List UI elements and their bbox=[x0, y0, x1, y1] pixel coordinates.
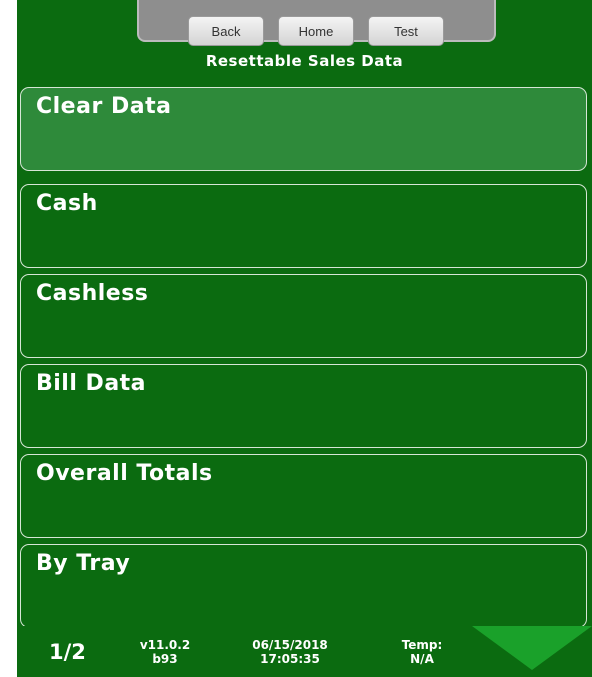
build-number: b93 bbox=[152, 652, 178, 666]
temperature-info: Temp: N/A bbox=[392, 638, 452, 666]
date-display: 06/15/2018 bbox=[252, 638, 328, 652]
menu-item-label: Cashless bbox=[36, 281, 149, 306]
menu-item-cashless[interactable]: Cashless bbox=[20, 274, 587, 358]
menu-item-label: By Tray bbox=[36, 551, 131, 576]
page-indicator: 1/2 bbox=[49, 640, 86, 664]
menu-item-label: Clear Data bbox=[36, 94, 172, 119]
status-bar: 1/2 v11.0.2 b93 06/15/2018 17:05:35 Temp… bbox=[17, 626, 592, 677]
menu-item-clear-data[interactable]: Clear Data bbox=[20, 87, 587, 171]
page-title: Resettable Sales Data bbox=[205, 52, 404, 70]
vending-screen: Back Home Test Resettable Sales Data Cle… bbox=[17, 0, 592, 677]
menu-item-bill-data[interactable]: Bill Data bbox=[20, 364, 587, 448]
temp-label: Temp: bbox=[401, 638, 443, 652]
menu-item-label: Bill Data bbox=[36, 371, 147, 396]
menu-item-label: Cash bbox=[36, 191, 98, 216]
menu-item-by-tray[interactable]: By Tray bbox=[20, 544, 587, 628]
menu-item-label: Overall Totals bbox=[36, 461, 213, 486]
back-button[interactable]: Back bbox=[188, 16, 264, 46]
menu-item-overall-totals[interactable]: Overall Totals bbox=[20, 454, 587, 538]
time-display: 17:05:35 bbox=[260, 652, 320, 666]
temp-value: N/A bbox=[410, 652, 434, 666]
version-number: v11.0.2 bbox=[139, 638, 191, 652]
test-button[interactable]: Test bbox=[368, 16, 444, 46]
menu-item-cash[interactable]: Cash bbox=[20, 184, 587, 268]
datetime-info: 06/15/2018 17:05:35 bbox=[235, 638, 345, 666]
home-button[interactable]: Home bbox=[278, 16, 354, 46]
down-triangle-icon[interactable] bbox=[472, 626, 592, 670]
version-info: v11.0.2 b93 bbox=[130, 638, 200, 666]
